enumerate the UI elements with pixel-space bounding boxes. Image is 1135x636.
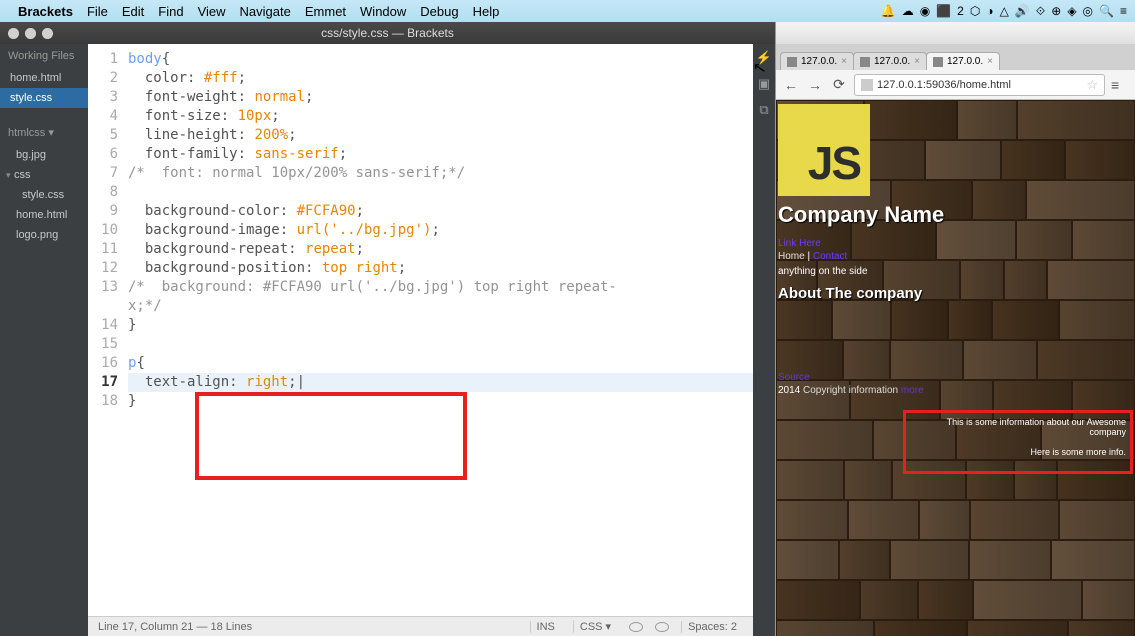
chrome-max[interactable] [42,28,53,39]
menu-window[interactable]: Window [360,4,406,19]
brackets-titlebar[interactable]: css/style.css — Brackets [0,22,775,44]
copyright: 2014 Copyright information more [778,385,1133,396]
brackets-right-rail: ⚡ ▣ ⧉ [753,44,775,636]
reload-button[interactable]: ⟳ [830,76,848,94]
indent-mode[interactable]: Spaces: 2 [681,621,743,633]
footer-link[interactable]: Source [778,372,1133,383]
working-file-home[interactable]: home.html [0,68,88,88]
brackets-window: css/style.css — Brackets Working Files h… [0,22,775,636]
mac-menubar: Brackets File Edit Find View Navigate Em… [0,0,1135,22]
tree-style[interactable]: style.css [0,185,88,205]
tree-home[interactable]: home.html [0,205,88,225]
spotlight-icon[interactable]: 🔍 [1099,4,1114,18]
working-files-header[interactable]: Working Files [0,44,88,68]
js-logo: JS [778,104,870,196]
menu-help[interactable]: Help [473,4,500,19]
battery-icon[interactable]: ◎ [1083,4,1093,18]
page-content: JS Company Name Link Here Home | Contact… [776,100,1135,400]
adobe-icon[interactable]: ⬛ [936,4,951,18]
tab-close-icon[interactable]: × [914,56,920,67]
gutter[interactable]: 123456789101112131415161718 [88,50,128,616]
status-circle-2[interactable] [655,622,669,632]
working-file-style[interactable]: style.css [0,88,88,108]
num-icon[interactable]: 2 [957,4,964,18]
editor-area: 123456789101112131415161718 body{ color:… [88,44,753,636]
menu-emmet[interactable]: Emmet [305,4,346,19]
chrome-tab-3[interactable]: 127.0.0.× [926,52,1000,70]
chrome-close[interactable] [8,28,19,39]
extension-manager-icon[interactable]: ▣ [756,76,772,92]
language-mode[interactable]: CSS ▾ [573,620,617,633]
tree-bg[interactable]: bg.jpg [0,145,88,165]
nav-link-1[interactable]: Link Here [778,238,821,249]
cursor-position[interactable]: Line 17, Column 21 — 18 Lines [98,621,252,633]
status-circle-1[interactable] [629,622,643,632]
chrome-tab-1[interactable]: 127.0.0.× [780,52,854,70]
url-text: 127.0.0.1:59036/home.html [877,79,1011,91]
code-editor[interactable]: 123456789101112131415161718 body{ color:… [88,44,753,616]
chrome-titlebar[interactable] [776,22,1135,44]
para-2: Here is some more info. [910,447,1126,457]
bookmark-star-icon[interactable]: ☆ [1086,77,1098,93]
chrome-min[interactable] [25,28,36,39]
bluetooth-icon[interactable]: ◈ [1067,4,1076,18]
menu-edit[interactable]: Edit [122,4,144,19]
menubar-right: 🔔 ☁ ◉ ⬛ 2 ⬡ ◑ △ 🔊 ⟐ ⊕ ◈ ◎ 🔍 ≡ [881,4,1127,19]
nav-link-home[interactable]: Home [778,251,805,262]
menu-navigate[interactable]: Navigate [240,4,291,19]
statusbar: Line 17, Column 21 — 18 Lines INS CSS ▾ … [88,616,753,636]
menu-debug[interactable]: Debug [420,4,458,19]
volume-icon[interactable]: 🔊 [1015,4,1030,18]
sync-icon[interactable]: ◑ [986,4,993,18]
nav-link-contact[interactable]: Contact [813,251,847,262]
tree-css-folder[interactable]: ▾css [0,165,88,185]
chrome-tabstrip: 127.0.0.× 127.0.0.× 127.0.0.× [776,44,1135,70]
notification-icon[interactable]: 🔔 [881,4,896,18]
chrome-tab-2[interactable]: 127.0.0.× [853,52,927,70]
chrome-traffic-lights [8,28,53,39]
page-favicon-icon [861,79,873,91]
brackets-sidebar: Working Files home.html style.css htmlcs… [0,44,88,636]
menu-extras-icon[interactable]: ≡ [1120,4,1127,18]
cc-icon[interactable]: ◉ [920,4,930,18]
favicon-icon [860,57,870,67]
drive-icon[interactable]: △ [1000,4,1009,18]
back-button[interactable]: ← [782,76,800,94]
code[interactable]: body{ color: #fff; font-weight: normal; … [128,50,753,616]
menu-file[interactable]: File [87,4,108,19]
project-dropdown[interactable]: htmlcss ▾ [0,120,88,145]
tab-close-icon[interactable]: × [841,56,847,67]
menu-view[interactable]: View [198,4,226,19]
about-heading: About The company [778,285,1133,302]
active-app[interactable]: Brackets [18,4,73,19]
forward-button[interactable]: → [806,76,824,94]
window-title: css/style.css — Brackets [321,26,454,40]
company-heading: Company Name [778,202,1133,228]
paragraph-highlight: This is some information about our Aweso… [903,410,1133,474]
address-bar[interactable]: 127.0.0.1:59036/home.html ☆ [854,74,1105,96]
nav-links: Link Here [778,238,1133,249]
tab-close-icon[interactable]: × [987,56,993,67]
para-1: This is some information about our Aweso… [910,417,1126,437]
insert-mode[interactable]: INS [530,621,561,633]
live-preview-icon[interactable]: ⚡ [756,50,772,66]
chrome-menu-button[interactable]: ≡ [1111,77,1129,93]
chrome-window: 127.0.0.× 127.0.0.× 127.0.0.× ← → ⟳ 127.… [775,22,1135,636]
cloud-icon[interactable]: ☁ [902,4,914,18]
browser-viewport[interactable]: JS Company Name Link Here Home | Contact… [776,100,1135,636]
side-text: anything on the side [778,266,1133,277]
favicon-icon [933,57,943,67]
network-icon[interactable]: ⟐ [1036,4,1045,19]
tree-logo[interactable]: logo.png [0,225,88,245]
code-icon[interactable]: ⧉ [756,102,772,118]
wifi-icon[interactable]: ⊕ [1051,4,1061,18]
dropbox-icon[interactable]: ⬡ [970,4,980,18]
chrome-toolbar: ← → ⟳ 127.0.0.1:59036/home.html ☆ ≡ [776,70,1135,100]
favicon-icon [787,57,797,67]
menu-find[interactable]: Find [158,4,183,19]
nav-links-row2: Home | Contact [778,251,1133,262]
